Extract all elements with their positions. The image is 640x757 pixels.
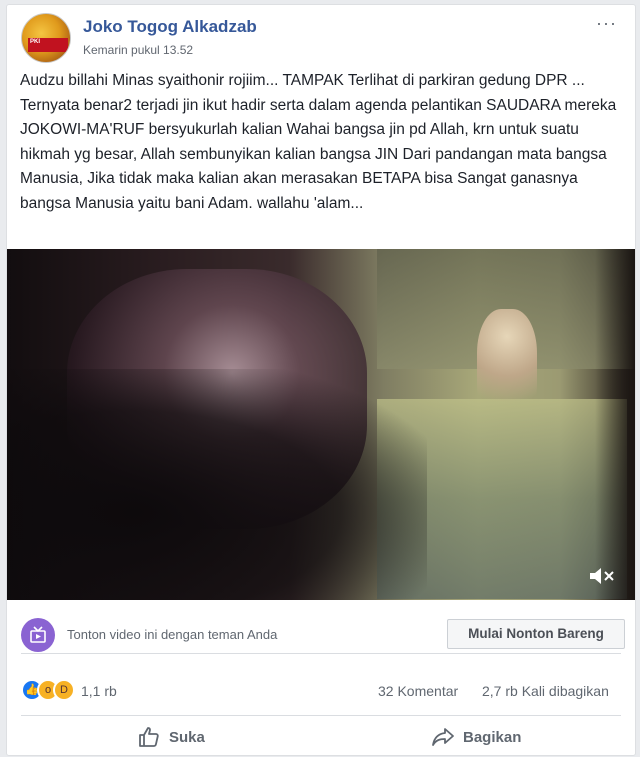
share-count[interactable]: 2,7 rb Kali dibagikan [482, 683, 609, 699]
watch-party-row: Tonton video ini dengan teman Anda Mulai… [21, 610, 625, 654]
watch-party-text: Tonton video ini dengan teman Anda [67, 627, 278, 642]
like-button[interactable]: Suka [137, 727, 227, 751]
video-frame-shadow [7, 369, 427, 600]
video-frame-edge [595, 249, 635, 600]
haha-icon: D [53, 679, 75, 701]
post-timestamp[interactable]: Kemarin pukul 13.52 [83, 43, 193, 57]
post-text: Audzu billahi Minas syaithonir rojiim...… [20, 72, 617, 212]
avatar[interactable]: PKI [21, 13, 71, 63]
divider [21, 715, 621, 716]
thumbs-up-icon [139, 727, 159, 747]
speaker-muted-icon[interactable] [587, 565, 617, 587]
author-name[interactable]: Joko Togog Alkadzab [83, 17, 257, 37]
share-arrow-icon [432, 728, 454, 746]
post-actions: Suka Bagikan [7, 717, 635, 757]
post-stats: 👍 o D 1,1 rb 32 Komentar 2,7 rb Kali dib… [21, 673, 631, 703]
share-button[interactable]: Bagikan [431, 727, 541, 751]
video-frame-figure [477, 309, 537, 419]
start-watch-party-button[interactable]: Mulai Nonton Bareng [447, 619, 625, 649]
comment-count[interactable]: 32 Komentar [378, 683, 458, 699]
post-card: PKI Joko Togog Alkadzab Kemarin pukul 13… [6, 4, 636, 756]
avatar-text: PKI [30, 39, 41, 45]
video-player[interactable] [7, 249, 635, 600]
watch-party-icon [21, 618, 55, 652]
more-options-icon[interactable]: ··· [596, 13, 617, 34]
share-label: Bagikan [463, 729, 522, 746]
post-header: PKI Joko Togog Alkadzab Kemarin pukul 13… [21, 9, 621, 69]
like-label: Suka [169, 729, 205, 746]
reaction-count[interactable]: 1,1 rb [81, 683, 117, 699]
